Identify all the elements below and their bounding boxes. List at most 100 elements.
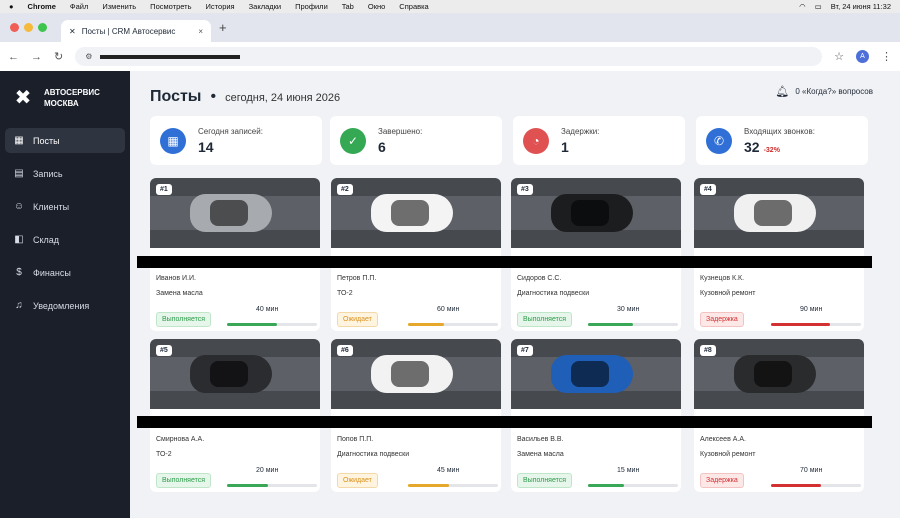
menu-item[interactable]: Посмотреть bbox=[150, 2, 191, 11]
progress-bar bbox=[588, 484, 678, 487]
status-badge[interactable]: Задержка bbox=[700, 473, 744, 488]
progress-bar bbox=[408, 484, 498, 487]
time-remaining: 45 мин bbox=[437, 467, 460, 474]
close-window-icon[interactable] bbox=[10, 23, 19, 32]
status-badge[interactable]: Выполняется bbox=[156, 473, 212, 488]
menu-item[interactable]: Tab bbox=[342, 2, 354, 11]
post-card[interactable]: #3 Сидоров С.С. Диагностика подвески Вып… bbox=[511, 178, 681, 331]
client-name: Кузнецов К.К. bbox=[700, 275, 745, 282]
car-photo: #1 bbox=[150, 178, 320, 248]
page-date: сегодня, 24 июня 2026 bbox=[225, 92, 341, 104]
time-remaining: 70 мин bbox=[800, 467, 823, 474]
post-card[interactable]: #1 BMW 520i Иванов И.И. Замена масла Вып… bbox=[150, 178, 320, 331]
sidebar-item-posts[interactable]: ▦ Посты bbox=[5, 128, 125, 153]
service-name: Замена масла bbox=[156, 290, 203, 297]
notification-button[interactable]: 🔔︎ 0 «Когда?» вопросов bbox=[775, 85, 873, 98]
post-card[interactable]: #2 Петров П.П. ТО-2 Ожидает 60 мин bbox=[331, 178, 501, 331]
car-roof bbox=[210, 200, 248, 226]
time-remaining: 40 мин bbox=[256, 306, 279, 313]
main-content: Посты • сегодня, 24 июня 2026 🔔︎ 0 «Когд… bbox=[130, 71, 900, 518]
progress-bar bbox=[227, 323, 317, 326]
menu-item[interactable]: Профили bbox=[295, 2, 328, 11]
bookmark-star-icon[interactable]: ☆ bbox=[834, 50, 844, 63]
app-menu[interactable]: Chrome bbox=[28, 2, 56, 11]
post-card[interactable]: #4 Кузнецов К.К. Кузовной ремонт Задержк… bbox=[694, 178, 864, 331]
status-badge[interactable]: Ожидает bbox=[337, 312, 378, 327]
reload-icon[interactable]: ↻ bbox=[54, 50, 63, 63]
new-tab-icon[interactable]: + bbox=[219, 20, 227, 35]
post-number: #6 bbox=[337, 345, 353, 356]
post-number: #4 bbox=[700, 184, 716, 195]
sidebar: ✖ АВТОСЕРВИС МОСКВА ▦ Посты ▤ Запись ☺ Клиен… bbox=[0, 71, 130, 518]
time-remaining: 15 мин bbox=[617, 467, 640, 474]
service-name: ТО-2 bbox=[156, 451, 172, 458]
sidebar-item-appointments[interactable]: ▤ Запись bbox=[5, 161, 125, 186]
battery-icon[interactable]: ▭ bbox=[815, 2, 822, 11]
stat-card: ✆ Входящих звонков: 32 -32% bbox=[696, 116, 868, 165]
progress-bar bbox=[771, 323, 861, 326]
page-title: Посты bbox=[150, 88, 202, 105]
sidebar-item-label: Финансы bbox=[33, 267, 71, 278]
redacted-url bbox=[100, 54, 241, 59]
menu-item[interactable]: Справка bbox=[399, 2, 428, 11]
status-badge[interactable]: Выполняется bbox=[517, 312, 573, 327]
site-info-icon[interactable]: ⚙ bbox=[85, 52, 92, 61]
stat-label: Сегодня записей: bbox=[198, 126, 263, 136]
sidebar-item-warehouse[interactable]: ◧ Склад bbox=[5, 227, 125, 252]
menu-item[interactable]: Файл bbox=[70, 2, 88, 11]
progress-fill bbox=[227, 323, 277, 326]
brand-line1: АВТОСЕРВИС bbox=[44, 87, 100, 97]
browser-chrome: ✕ Посты | CRM Автосервис × + ← → ↻ ⚙ ☆ A… bbox=[0, 13, 900, 71]
browser-menu-icon[interactable]: ⋮ bbox=[881, 50, 892, 63]
apple-icon[interactable]: ● bbox=[9, 2, 14, 11]
zoom-window-icon[interactable] bbox=[38, 23, 47, 32]
phone-icon: ✆ bbox=[706, 127, 732, 154]
address-bar[interactable]: ⚙ bbox=[75, 47, 823, 66]
stat-change: -32% bbox=[763, 146, 780, 154]
back-icon[interactable]: ← bbox=[8, 51, 19, 63]
sidebar-item-clients[interactable]: ☺ Клиенты bbox=[5, 194, 125, 219]
sidebar-item-label: Посты bbox=[33, 135, 60, 146]
close-tab-icon[interactable]: × bbox=[198, 27, 203, 36]
service-name: Диагностика подвески bbox=[337, 451, 410, 458]
progress-fill bbox=[408, 484, 449, 487]
forward-icon[interactable]: → bbox=[31, 51, 42, 63]
sidebar-item-finance[interactable]: $ Финансы bbox=[5, 260, 125, 285]
status-badge[interactable]: Ожидает bbox=[337, 473, 378, 488]
post-number: #5 bbox=[156, 345, 172, 356]
time-remaining: 60 мин bbox=[437, 306, 460, 313]
status-badge[interactable]: Выполняется bbox=[517, 473, 573, 488]
progress-fill bbox=[227, 484, 268, 487]
client-name: Иванов И.И. bbox=[156, 275, 196, 282]
car-photo: #2 bbox=[331, 178, 501, 248]
clock-text[interactable]: Вт, 24 июня 11:32 bbox=[831, 2, 891, 11]
time-remaining: 20 мин bbox=[256, 467, 279, 474]
menu-item[interactable]: История bbox=[206, 2, 235, 11]
menu-item[interactable]: Изменить bbox=[102, 2, 136, 11]
car-photo: #5 bbox=[150, 339, 320, 409]
service-name: Кузовной ремонт bbox=[700, 290, 756, 297]
post-number: #8 bbox=[700, 345, 716, 356]
client-name: Попов П.П. bbox=[337, 436, 374, 443]
sidebar-item-notifications[interactable]: ♫ Уведомления bbox=[5, 293, 125, 318]
stat-value: 1 bbox=[561, 138, 569, 155]
stat-card: ▦ Сегодня записей: 14 bbox=[150, 116, 322, 165]
car-roof bbox=[391, 200, 429, 226]
client-name: Сидоров С.С. bbox=[517, 275, 562, 282]
progress-fill bbox=[588, 323, 633, 326]
car-roof bbox=[754, 361, 792, 387]
status-badge[interactable]: Задержка bbox=[700, 312, 744, 327]
menu-item[interactable]: Закладки bbox=[249, 2, 281, 11]
status-badge[interactable]: Выполняется bbox=[156, 312, 212, 327]
progress-bar bbox=[408, 323, 498, 326]
clock-icon: ◔ bbox=[523, 127, 549, 154]
tab-title: Посты | CRM Автосервис bbox=[81, 26, 176, 36]
client-name: Смирнова А.А. bbox=[156, 436, 205, 443]
browser-tab[interactable]: ✕ Посты | CRM Автосервис × bbox=[61, 20, 211, 42]
redaction-bar bbox=[137, 416, 872, 428]
wifi-icon[interactable]: ◠ bbox=[799, 2, 806, 11]
date-separator: • bbox=[210, 88, 217, 105]
profile-avatar[interactable]: A bbox=[856, 50, 869, 63]
menu-item[interactable]: Окно bbox=[368, 2, 385, 11]
minimize-window-icon[interactable] bbox=[24, 23, 33, 32]
